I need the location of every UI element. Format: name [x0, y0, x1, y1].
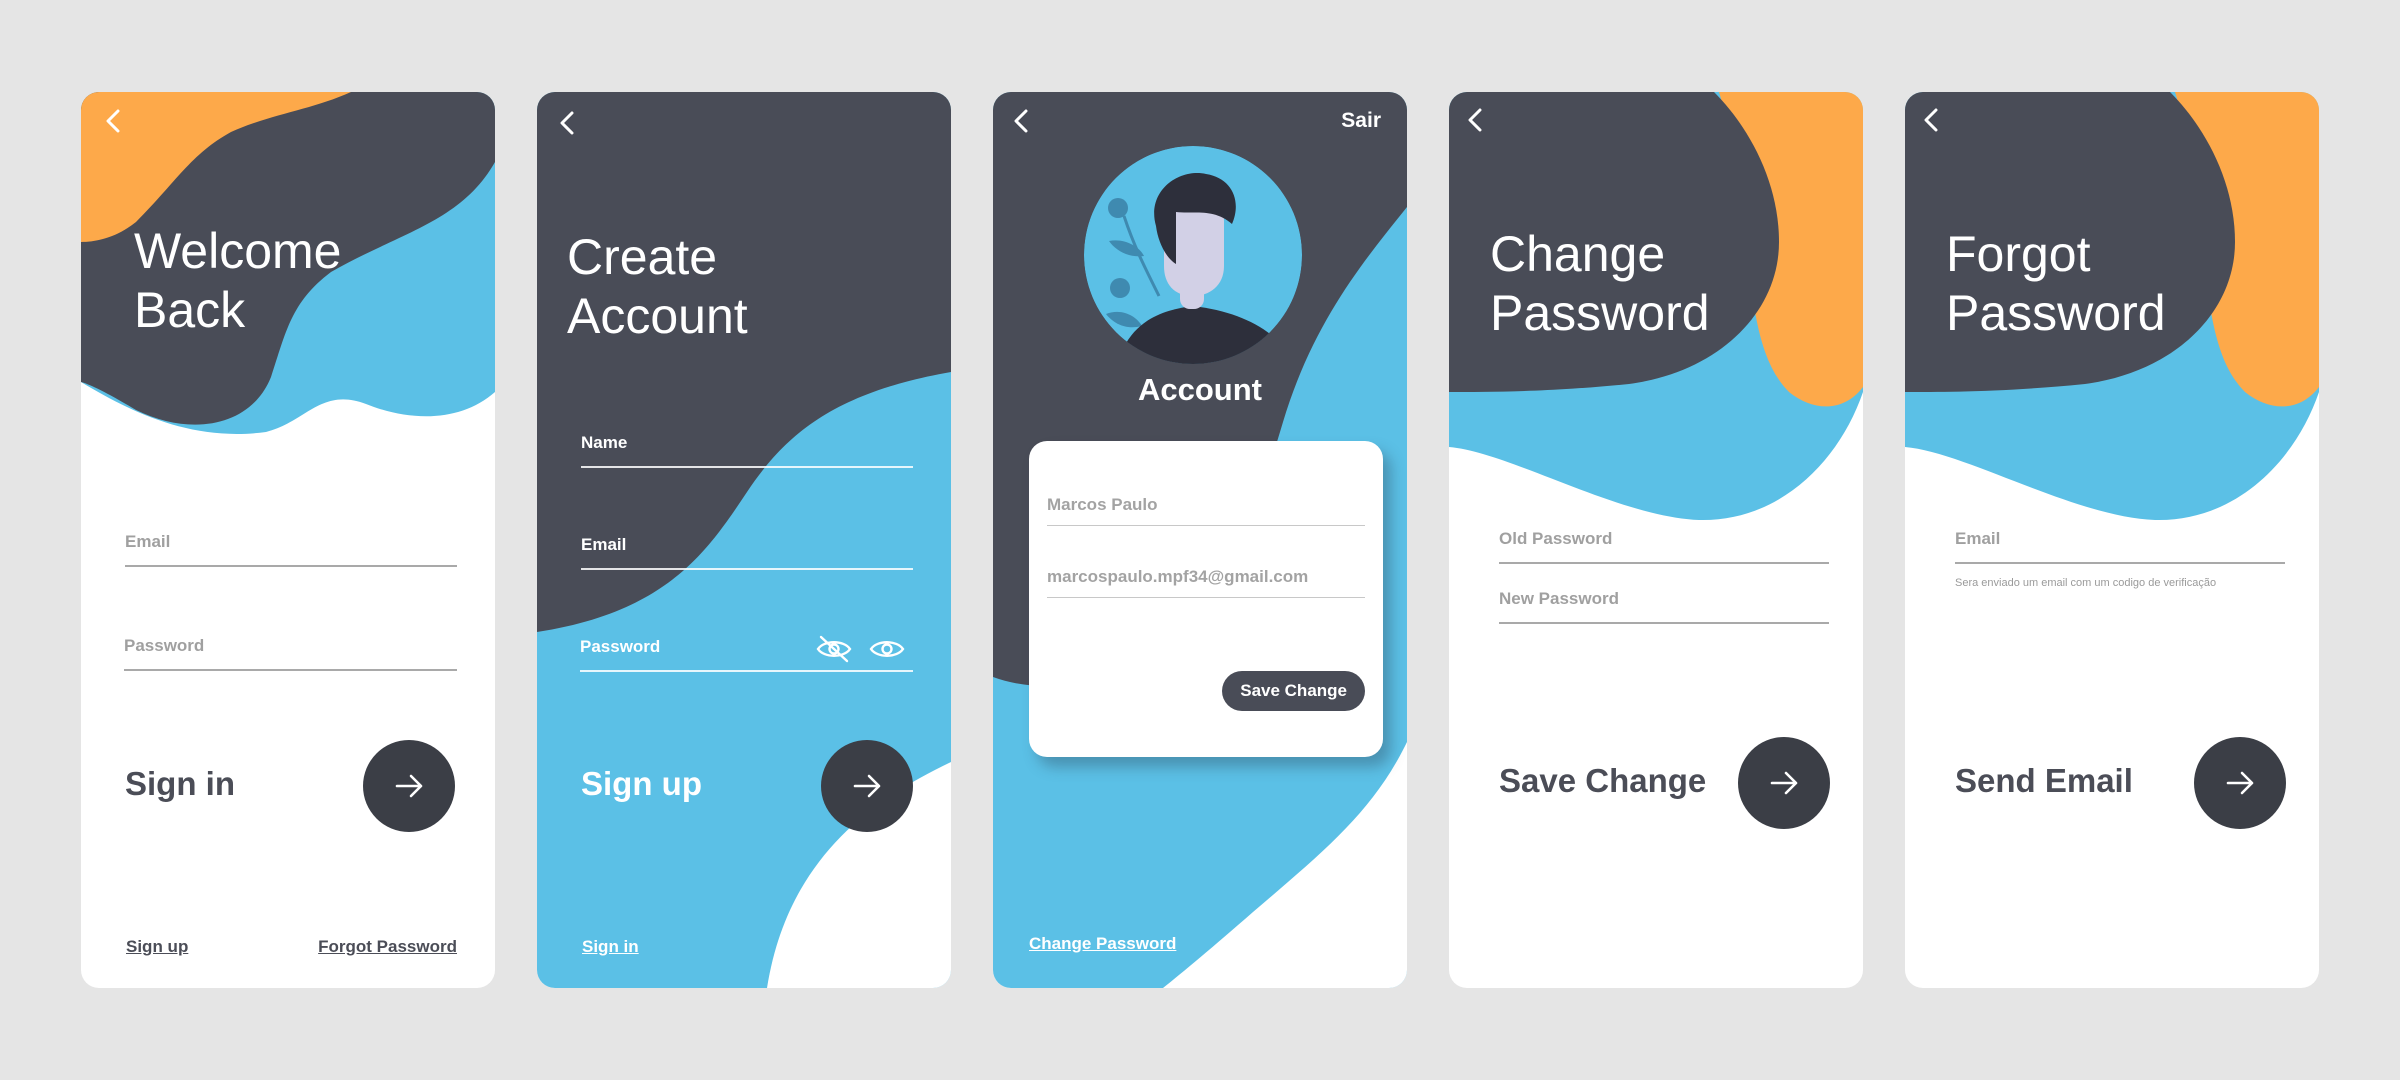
name-value: Marcos Paulo — [1047, 495, 1158, 514]
signin-screen: Welcome Back Email Password Sign in Sign… — [81, 92, 495, 988]
user-illustration — [1084, 146, 1302, 364]
arrow-right-icon — [853, 774, 881, 798]
sign-up-button[interactable] — [821, 740, 913, 832]
change-password-screen: Change Password Old Password New Passwor… — [1449, 92, 1863, 988]
arrow-right-icon — [2226, 771, 2254, 795]
arrow-right-icon — [1770, 771, 1798, 795]
sign-in-label: Sign in — [125, 765, 235, 802]
send-email-label: Send Email — [1955, 762, 2133, 799]
page-title: Welcome Back — [134, 222, 341, 340]
email-placeholder: Email — [1955, 529, 2001, 548]
new-password-field[interactable]: New Password — [1499, 589, 1829, 624]
back-chevron-left-icon[interactable] — [99, 106, 129, 136]
password-field[interactable]: Password — [124, 636, 457, 671]
back-chevron-left-icon[interactable] — [1917, 105, 1947, 135]
new-password-placeholder: New Password — [1499, 589, 1619, 608]
back-chevron-left-icon[interactable] — [1007, 106, 1037, 136]
title-line-2: Account — [567, 288, 748, 344]
title-line-1: Forgot — [1946, 226, 2091, 282]
account-screen: Sair Account Marcos Paulo marcospaulo.mp… — [993, 92, 1407, 988]
title-line-1: Change — [1490, 226, 1666, 282]
old-password-field[interactable]: Old Password — [1499, 529, 1829, 564]
email-placeholder: Email — [581, 535, 627, 554]
old-password-placeholder: Old Password — [1499, 529, 1613, 548]
verification-hint: Sera enviado um email com um codigo de v… — [1955, 577, 2217, 589]
page-title: Create Account — [567, 228, 748, 346]
password-field[interactable]: Password — [580, 637, 913, 672]
sign-in-link[interactable]: Sign in — [582, 937, 639, 957]
email-value: marcospaulo.mpf34@gmail.com — [1047, 567, 1309, 586]
page-title: Change Password — [1490, 225, 1710, 343]
title-line-2: Back — [134, 282, 246, 338]
email-field[interactable]: marcospaulo.mpf34@gmail.com — [1047, 567, 1365, 598]
sign-in-button[interactable] — [363, 740, 455, 832]
email-field[interactable]: Email — [125, 532, 457, 567]
name-field[interactable]: Name — [581, 433, 913, 468]
password-placeholder: Password — [124, 636, 205, 655]
save-change-label: Save Change — [1499, 762, 1707, 799]
save-change-button[interactable] — [1738, 737, 1830, 829]
hide-password-eye-slash-icon[interactable] — [815, 634, 853, 664]
name-field[interactable]: Marcos Paulo — [1047, 495, 1365, 526]
email-placeholder: Email — [125, 532, 171, 551]
signup-screen: Create Account Name Email Password Sign … — [537, 92, 951, 988]
sign-up-link[interactable]: Sign up — [126, 937, 188, 957]
forgot-password-screen: Forgot Password Email Sera enviado um em… — [1905, 92, 2319, 988]
forgot-password-link[interactable]: Forgot Password — [318, 937, 457, 957]
send-email-button[interactable] — [2194, 737, 2286, 829]
email-field[interactable]: Email — [1955, 529, 2285, 564]
logout-button[interactable]: Sair — [1341, 109, 1381, 133]
avatar — [1084, 146, 1302, 364]
show-password-eye-icon[interactable] — [868, 634, 906, 664]
email-field[interactable]: Email — [581, 535, 913, 570]
sign-up-label: Sign up — [581, 765, 702, 802]
title-line-1: Welcome — [134, 223, 342, 279]
title-line-2: Password — [1490, 285, 1710, 341]
page-title: Forgot Password — [1946, 225, 2166, 343]
arrow-right-icon — [395, 774, 423, 798]
back-chevron-left-icon[interactable] — [1461, 105, 1491, 135]
name-placeholder: Name — [581, 433, 628, 452]
title-line-1: Create — [567, 229, 718, 285]
back-chevron-left-icon[interactable] — [553, 108, 583, 138]
change-password-link[interactable]: Change Password — [1029, 934, 1176, 954]
save-change-button[interactable]: Save Change — [1222, 671, 1365, 711]
title-line-2: Password — [1946, 285, 2166, 341]
account-title: Account — [1138, 372, 1262, 407]
password-placeholder: Password — [580, 637, 661, 656]
account-card: Marcos Paulo marcospaulo.mpf34@gmail.com… — [1029, 441, 1383, 757]
